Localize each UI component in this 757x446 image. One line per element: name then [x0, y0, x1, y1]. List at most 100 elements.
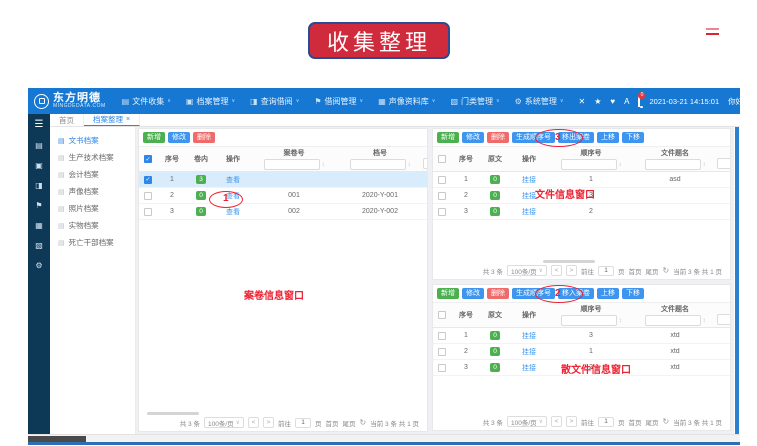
tree-item-accounting[interactable]: ▤ 会计档案 [50, 166, 135, 183]
prev-page-button[interactable]: < [551, 265, 562, 276]
nav-item-file-collect[interactable]: ▤ 文件收集 ∨ [122, 96, 171, 107]
attach-link[interactable]: 挂接 [522, 175, 536, 185]
title-filter-input[interactable] [645, 159, 701, 170]
table-row[interactable]: 2 0 查看 001 2020-Y-001 [139, 188, 427, 204]
sort-icon[interactable]: ↕ [322, 162, 325, 168]
font-size-icon[interactable]: A [624, 97, 629, 106]
row-checkbox[interactable] [438, 364, 446, 372]
delete-button[interactable]: 删除 [487, 288, 509, 299]
row-checkbox[interactable] [438, 192, 446, 200]
row-checkbox[interactable] [438, 332, 446, 340]
search-borrow-icon[interactable]: ◨ [35, 182, 43, 190]
theme-icon[interactable]: ♥ [610, 97, 615, 106]
table-row[interactable]: ✓ 1 3 查看 [139, 172, 427, 188]
edit-button[interactable]: 修改 [168, 132, 190, 143]
row-checkbox[interactable]: ✓ [144, 176, 152, 184]
first-page-button[interactable]: 首页 [326, 418, 339, 428]
edit-button[interactable]: 修改 [462, 132, 484, 143]
last-page-button[interactable]: 尾页 [343, 418, 356, 428]
move-down-button[interactable]: 下移 [622, 132, 644, 143]
fullscreen-icon[interactable]: ✕ [579, 97, 586, 106]
move-up-button[interactable]: 上移 [597, 132, 619, 143]
order-no-filter-input[interactable] [561, 315, 617, 326]
sort-icon[interactable]: ↕ [619, 318, 622, 324]
file-collect-icon[interactable]: ▤ [35, 142, 43, 150]
sort-icon[interactable]: ↕ [619, 162, 622, 168]
row-checkbox[interactable] [438, 176, 446, 184]
close-icon[interactable]: × [126, 116, 130, 123]
vertical-scrollbar[interactable] [735, 127, 739, 434]
attach-link[interactable]: 挂接 [522, 207, 536, 217]
order-no-filter-input[interactable] [561, 159, 617, 170]
table-row[interactable]: 2 0 挂接 1 xtd [433, 344, 730, 360]
last-page-button[interactable]: 尾页 [646, 266, 659, 276]
page-number-input[interactable] [598, 417, 614, 427]
last-page-button[interactable]: 尾页 [646, 417, 659, 427]
view-link[interactable]: 查看 [226, 207, 240, 217]
row-checkbox[interactable] [144, 192, 152, 200]
row-checkbox[interactable] [144, 208, 152, 216]
delete-button[interactable]: 删除 [193, 132, 215, 143]
refresh-icon[interactable]: ↻ [663, 417, 670, 426]
tree-item-document-archive[interactable]: ▤ 文书档案 [50, 132, 135, 149]
refresh-icon[interactable]: ↻ [663, 266, 670, 275]
row-checkbox[interactable] [438, 208, 446, 216]
sort-icon[interactable]: ↕ [408, 162, 411, 168]
prev-page-button[interactable]: < [551, 416, 562, 427]
cut-filter-input[interactable] [717, 158, 731, 169]
title-filter-input[interactable] [645, 315, 701, 326]
tree-item-production-tech[interactable]: ▤ 生产技术档案 [50, 149, 135, 166]
horizontal-scrollbar[interactable] [28, 434, 740, 442]
menu-icon[interactable]: ☰ [35, 120, 44, 130]
add-button[interactable]: 新增 [437, 132, 459, 143]
tab-home[interactable]: 首页 [50, 114, 84, 126]
tab-archive-organize[interactable]: 档案整理 × [84, 114, 140, 126]
system-manage-icon[interactable]: ⚙ [35, 262, 42, 270]
table-hscroll-thumb[interactable] [543, 260, 595, 263]
archive-manage-icon[interactable]: ▣ [35, 162, 43, 170]
table-row[interactable]: 3 0 挂接 2 [433, 204, 730, 220]
view-link[interactable]: 查看 [226, 175, 240, 185]
select-all-checkbox[interactable] [438, 311, 446, 319]
select-all-checkbox[interactable]: ✓ [144, 155, 152, 163]
media-library-icon[interactable]: ▦ [35, 222, 43, 230]
select-all-checkbox[interactable] [438, 155, 446, 163]
star-icon[interactable]: ★ [594, 97, 601, 106]
table-row[interactable]: 3 0 查看 002 2020-Y-002 [139, 204, 427, 220]
category-manage-icon[interactable]: ▧ [35, 242, 43, 250]
row-checkbox[interactable] [438, 348, 446, 356]
table-hscroll-thumb[interactable] [147, 412, 199, 415]
tree-item-audio-visual[interactable]: ▤ 声像档案 [50, 183, 135, 200]
borrow-manage-icon[interactable]: ⚑ [35, 202, 42, 210]
page-size-select[interactable]: 100条/页∨ [507, 265, 547, 276]
attach-link[interactable]: 挂接 [522, 191, 536, 201]
notification-bell-icon[interactable]: 0 [638, 97, 640, 106]
page-size-select[interactable]: 100条/页∨ [507, 416, 547, 427]
nav-item-system-manage[interactable]: ⚙ 系统管理 ∨ [515, 96, 564, 107]
cut-filter-input[interactable] [717, 314, 731, 325]
edit-button[interactable]: 修改 [462, 288, 484, 299]
nav-item-category-manage[interactable]: ▧ 门类管理 ∨ [450, 96, 499, 107]
attach-link[interactable]: 挂接 [522, 363, 536, 373]
move-down-button[interactable]: 下移 [622, 288, 644, 299]
attach-link[interactable]: 挂接 [522, 347, 536, 357]
cut-filter-input[interactable] [423, 158, 428, 169]
tree-item-deceased-cadre[interactable]: ▤ 死亡干部档案 [50, 234, 135, 251]
sort-icon[interactable]: ↕ [703, 162, 706, 168]
nav-item-archive-manage[interactable]: ▣ 档案管理 ∨ [186, 96, 235, 107]
prev-page-button[interactable]: < [248, 417, 259, 428]
page-number-input[interactable] [295, 418, 311, 428]
delete-button[interactable]: 删除 [487, 132, 509, 143]
next-page-button[interactable]: > [263, 417, 274, 428]
move-up-button[interactable]: 上移 [597, 288, 619, 299]
nav-item-search-borrow[interactable]: ◨ 查询借阅 ∨ [250, 96, 299, 107]
table-row[interactable]: 1 0 挂接 3 xtd [433, 328, 730, 344]
next-page-button[interactable]: > [566, 416, 577, 427]
next-page-button[interactable]: > [566, 265, 577, 276]
add-button[interactable]: 新增 [143, 132, 165, 143]
greeting-user[interactable]: 你好 管理员 [728, 96, 757, 107]
file-no-filter-input[interactable] [350, 159, 406, 170]
add-button[interactable]: 新增 [437, 288, 459, 299]
first-page-button[interactable]: 首页 [629, 417, 642, 427]
case-no-filter-input[interactable] [264, 159, 320, 170]
